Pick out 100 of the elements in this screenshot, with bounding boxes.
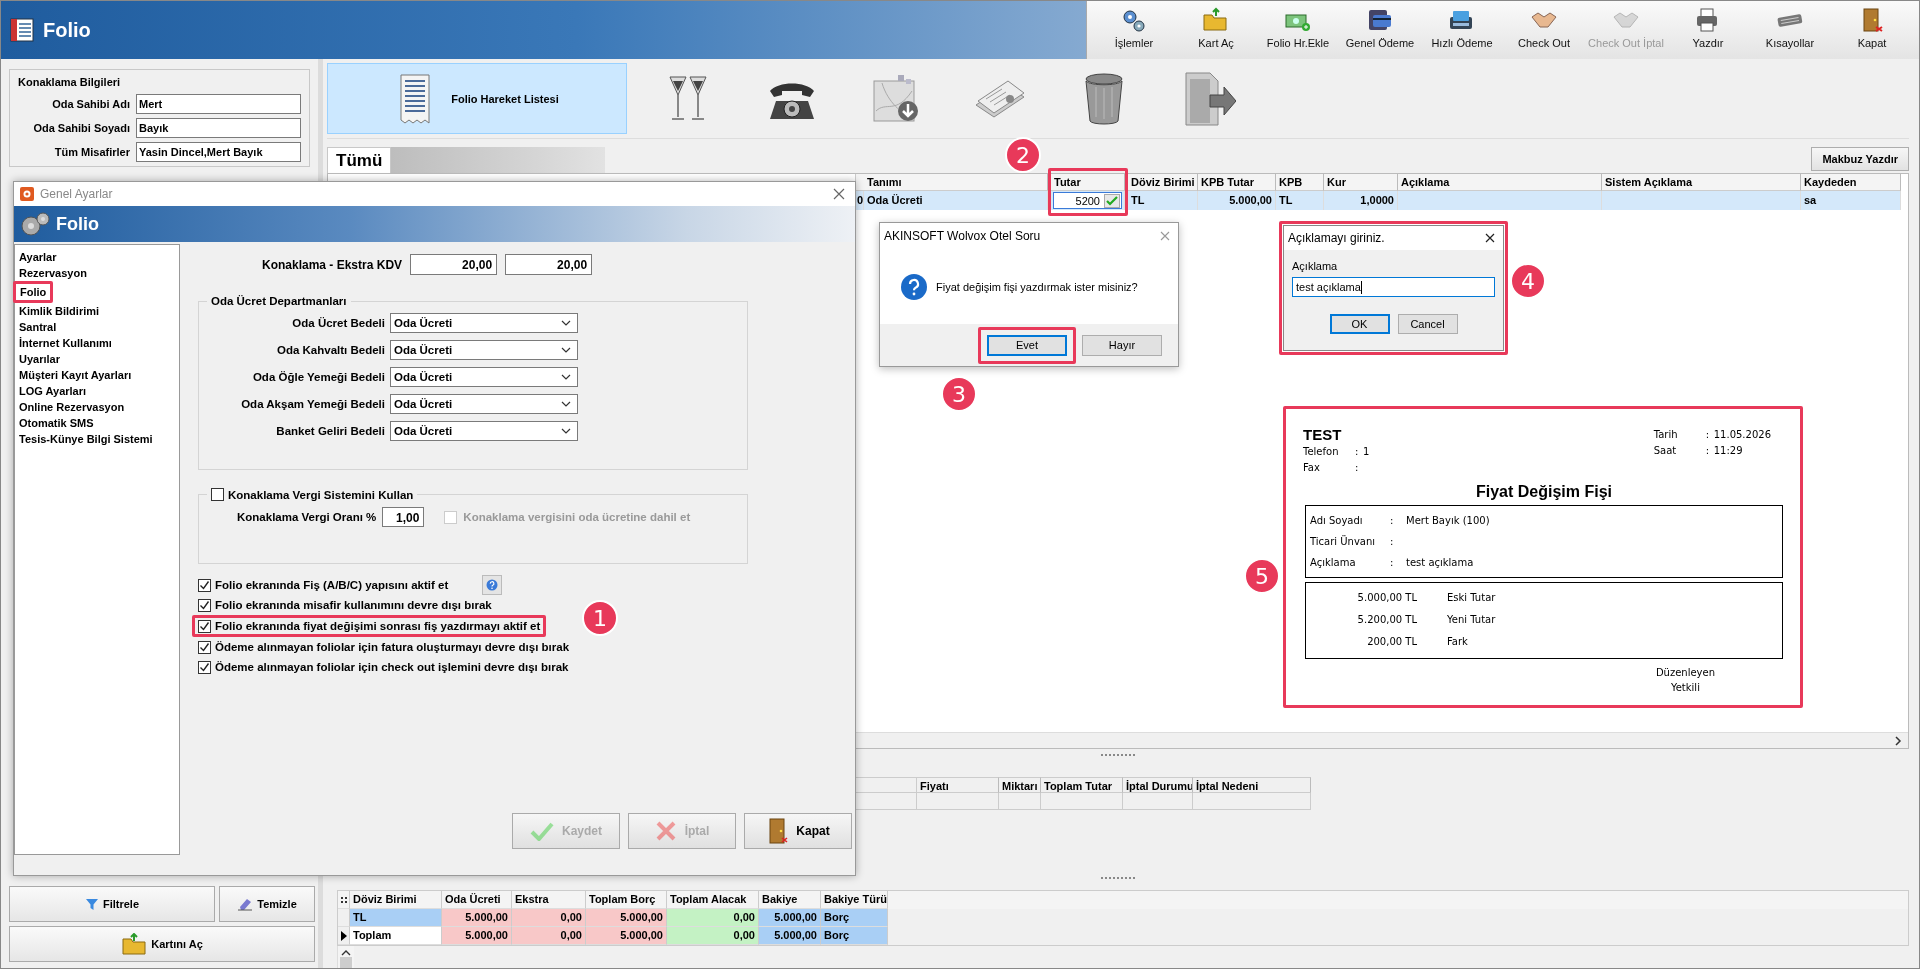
nav-item[interactable]: Rezervasyon bbox=[17, 265, 89, 281]
table-cell: 0,00 bbox=[512, 909, 586, 927]
column-header[interactable]: Miktarı bbox=[999, 777, 1041, 793]
text-field[interactable]: Yasin Dincel,Mert Bayık bbox=[136, 142, 301, 162]
table-cell: 5.000,00 bbox=[586, 927, 667, 945]
field-label: Tarih bbox=[1653, 428, 1679, 440]
cell-editor[interactable]: 5200 bbox=[1053, 192, 1122, 209]
nav-item[interactable]: Folio bbox=[18, 284, 49, 300]
column-header[interactable]: Kaydeden bbox=[1801, 174, 1901, 191]
dialog-button[interactable]: Kapat bbox=[744, 813, 852, 849]
separator-text: : bbox=[1390, 557, 1395, 568]
nav-item[interactable]: Santral bbox=[17, 319, 59, 335]
field-label: Açıklama bbox=[1310, 557, 1357, 568]
print-button[interactable]: Makbuz Yazdır bbox=[1811, 147, 1909, 171]
input-field[interactable]: test açıklama bbox=[1292, 277, 1495, 297]
nav-item[interactable]: Tesis-Künye Bilgi Sistemi bbox=[17, 431, 155, 447]
checkbox-label: Ödeme alınmayan foliolar için check out işlemini devre dışı bırak bbox=[215, 661, 569, 673]
amount-label: Yeni Tutar bbox=[1447, 613, 1496, 625]
field-label: Ticari Ünvanı bbox=[1310, 536, 1377, 547]
side-button[interactable]: Filtrele bbox=[9, 886, 215, 922]
field-label: Konaklama Vergi Oranı % bbox=[237, 511, 377, 523]
signature-label: Düzenleyen bbox=[1655, 667, 1715, 678]
field-value: 1 bbox=[1363, 445, 1370, 457]
table-cell: Borç bbox=[821, 927, 888, 945]
side-button[interactable]: Kartını Aç bbox=[9, 926, 315, 962]
table-cell: 5.000,00 bbox=[1198, 191, 1276, 210]
toolbar-button[interactable]: Hızlı Ödeme bbox=[1421, 5, 1503, 59]
separator-text: : bbox=[1705, 444, 1711, 456]
column-header[interactable]: Kur bbox=[1324, 174, 1398, 191]
table-cell: 5.000,00 bbox=[442, 927, 512, 945]
group-title: Konaklama Bilgileri bbox=[18, 76, 122, 88]
dialog-button[interactable]: Cancel bbox=[1397, 314, 1458, 334]
table-cell: TL bbox=[350, 909, 442, 927]
number-field[interactable]: 1,00 bbox=[382, 507, 425, 527]
toolbar-button[interactable]: Kapat bbox=[1831, 5, 1913, 59]
toolbar-button[interactable]: Genel Ödeme bbox=[1339, 5, 1421, 59]
toolbar-button[interactable]: İşlemler bbox=[1093, 5, 1175, 59]
column-header[interactable]: Fiyatı bbox=[917, 777, 999, 793]
signature-label: Yetkili bbox=[1670, 682, 1700, 693]
column-header[interactable]: KPB bbox=[1276, 174, 1324, 191]
dialog-button[interactable]: OK bbox=[1329, 314, 1390, 334]
view-tile[interactable]: Folio Hareket Listesi bbox=[327, 63, 627, 134]
field-label: Tüm Misafirler bbox=[53, 146, 130, 158]
toolbar-button[interactable]: Folio Hr.Ekle bbox=[1257, 5, 1339, 59]
column-header[interactable]: KPB Tutar bbox=[1198, 174, 1276, 191]
field-label: Saat bbox=[1653, 444, 1678, 456]
checkbox-label: Konaklama Vergi Sistemini Kullan bbox=[228, 488, 414, 501]
app-title: Folio bbox=[43, 18, 91, 42]
column-header[interactable]: Döviz Birimi bbox=[1128, 174, 1198, 191]
number-field[interactable]: 20,00 bbox=[410, 254, 498, 275]
nav-item[interactable]: LOG Ayarları bbox=[17, 383, 89, 399]
field-value: test açıklama bbox=[1406, 557, 1474, 568]
step-marker: 2 bbox=[1005, 137, 1041, 173]
field-value: Mert Bayık (100) bbox=[1406, 515, 1490, 526]
dropdown[interactable]: Oda Ücreti bbox=[390, 367, 578, 387]
group-title: Oda Ücret Departmanları bbox=[210, 295, 348, 307]
nav-item[interactable]: İnternet Kullanımı bbox=[17, 335, 114, 351]
checkbox-label: Konaklama vergisini oda ücretine dahil et bbox=[463, 511, 691, 523]
dropdown[interactable]: Oda Ücreti bbox=[390, 340, 578, 360]
side-button[interactable]: Temizle bbox=[219, 886, 315, 922]
column-header[interactable]: Tanımı bbox=[864, 174, 1048, 191]
dialog-title: AKINSOFT Wolvox Otel Soru bbox=[884, 229, 1041, 243]
checkbox-label: Folio ekranında Fiş (A/B/C) yapısını aktif et bbox=[215, 579, 449, 591]
nav-item[interactable]: Otomatik SMS bbox=[17, 415, 96, 431]
receipt-title: Fiyat Değişim Fişi bbox=[1474, 483, 1613, 501]
text-field[interactable]: Mert bbox=[136, 94, 301, 114]
dropdown[interactable]: Oda Ücreti bbox=[390, 313, 578, 333]
table-cell: TL bbox=[1128, 191, 1198, 210]
dropdown[interactable]: Oda Ücreti bbox=[390, 394, 578, 414]
column-header[interactable]: Toplam Tutar bbox=[1041, 777, 1123, 793]
field-label: Oda Kahvaltı Bedeli bbox=[276, 344, 385, 356]
nav-item[interactable]: Ayarlar bbox=[17, 249, 59, 265]
table-cell: 1,0000 bbox=[1324, 191, 1398, 210]
dialog-message: Fiyat değişim fişi yazdırmak ister misiniz? bbox=[936, 280, 1138, 293]
column-header[interactable]: Açıklama bbox=[1398, 174, 1602, 191]
dialog-button[interactable]: Hayır bbox=[1082, 334, 1162, 356]
column-header[interactable]: Tutar bbox=[1051, 174, 1125, 191]
dropdown[interactable]: Oda Ücreti bbox=[390, 421, 578, 441]
field-label: Oda Akşam Yemeği Bedeli bbox=[240, 398, 385, 410]
amount-label: Fark bbox=[1447, 635, 1468, 647]
number-field[interactable]: 20,00 bbox=[505, 254, 593, 275]
checkbox-label: Ödeme alınmayan foliolar için fatura oluşturmayı devre dışı bırak bbox=[215, 641, 570, 653]
column-header[interactable]: İptal Nedeni bbox=[1193, 777, 1311, 793]
toolbar-button[interactable]: Check Out bbox=[1503, 5, 1585, 59]
nav-item[interactable]: Müşteri Kayıt Ayarları bbox=[17, 367, 134, 383]
toolbar-button[interactable]: Yazdır bbox=[1667, 5, 1749, 59]
toolbar-button[interactable]: Kart Aç bbox=[1175, 5, 1257, 59]
table-cell: Toplam bbox=[350, 927, 442, 945]
nav-item[interactable]: Online Rezervasyon bbox=[17, 399, 127, 415]
dialog-button[interactable]: Evet bbox=[987, 334, 1067, 356]
table-cell: 5.000,00 bbox=[759, 909, 821, 927]
nav-item[interactable]: Kimlik Bildirimi bbox=[17, 303, 102, 319]
toolbar-button[interactable]: Kısayollar bbox=[1749, 5, 1831, 59]
nav-item[interactable]: Uyarılar bbox=[17, 351, 62, 367]
amount-value: 5.000,00 TL bbox=[1356, 591, 1417, 603]
tab[interactable]: Tümü bbox=[327, 147, 392, 173]
table-cell: 5.000,00 bbox=[442, 909, 512, 927]
field-label: Fax bbox=[1303, 461, 1321, 473]
text-field[interactable]: Bayık bbox=[136, 118, 301, 138]
column-header[interactable]: Sistem Açıklama bbox=[1602, 174, 1801, 191]
